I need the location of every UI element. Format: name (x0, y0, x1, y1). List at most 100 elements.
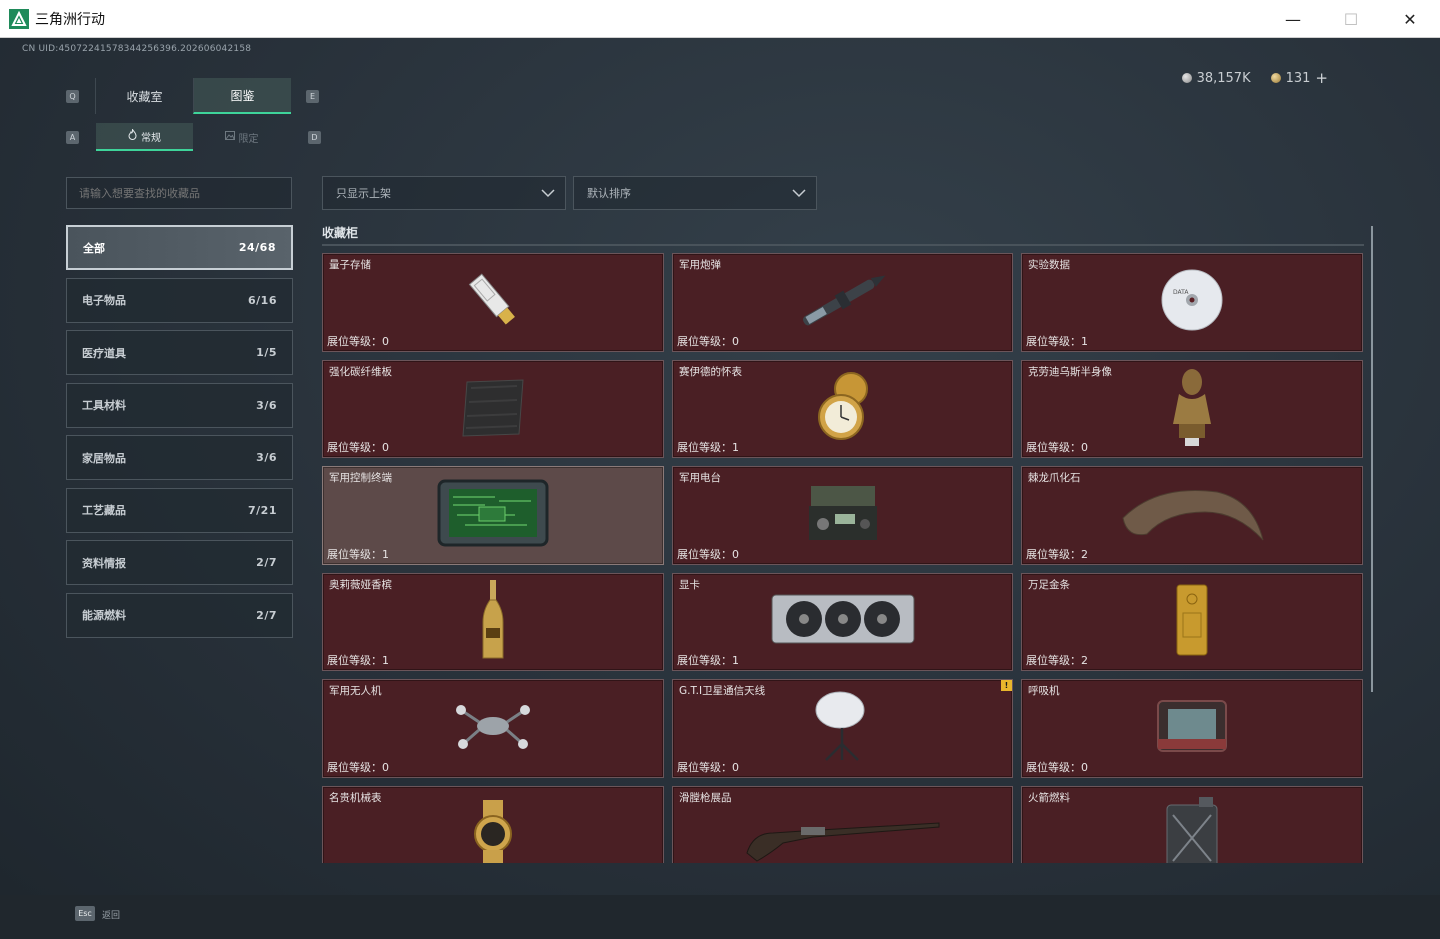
gold-bar-icon (1173, 583, 1211, 661)
wristwatch-icon (463, 799, 523, 863)
category-name: 资料情报 (82, 556, 126, 570)
collection-card[interactable]: 火箭燃料 (1021, 785, 1363, 863)
category-count: 3/6 (256, 398, 277, 412)
category-list: 全部 24/68 电子物品 6/16 医疗道具 1/5 工具材料 3/6 家居物品 3/6… (66, 225, 293, 645)
collection-card[interactable]: 万足金条 展位等级：2 (1021, 572, 1363, 671)
collection-card[interactable]: G.T.I卫星通信天线 展位等级：0! (672, 679, 1013, 778)
level-prefix: 展位等级： (1026, 547, 1081, 561)
collection-card[interactable]: 军用控制终端展位等级：1 (322, 466, 664, 565)
item-display-level: 展位等级：1 (327, 546, 389, 562)
circuit-terminal-icon (435, 475, 551, 555)
game-viewport: CN UID:450722415783442563​96.20260604215… (0, 38, 1440, 939)
item-name: 赛伊德的怀表 (679, 365, 742, 378)
svg-text:DATA: DATA (1173, 289, 1189, 296)
item-display-level: 展位等级：2 (1026, 546, 1088, 562)
collection-card[interactable]: 军用电台展位等级：0 (672, 466, 1013, 565)
level-prefix: 展位等级： (677, 654, 732, 667)
graphics-card-icon (768, 587, 918, 657)
category-name: 全部 (83, 241, 105, 255)
back-label[interactable]: 返回 (102, 908, 120, 921)
collection-card[interactable]: 赛伊德的怀表 展位等级：1 (672, 359, 1013, 458)
tab-codex[interactable]: 图鉴 (193, 78, 291, 114)
subtab-regular[interactable]: 常规 (96, 123, 193, 151)
category-electronics[interactable]: 电子物品 6/16 (66, 277, 293, 323)
collection-card[interactable]: 实验数据 DATA 展位等级：1 (1021, 253, 1363, 352)
app-logo-icon (9, 8, 29, 29)
collection-card[interactable]: 显卡 展位等级：1 (672, 572, 1013, 671)
level-value: 0 (1081, 441, 1088, 454)
category-name: 家居物品 (82, 451, 126, 465)
collection-card[interactable]: 量子存储 展位等级：0 (322, 253, 664, 352)
level-value: 0 (382, 441, 389, 454)
add-currency-button[interactable]: + (1315, 69, 1328, 87)
category-name: 医疗道具 (82, 346, 126, 360)
level-prefix: 展位等级： (677, 760, 732, 774)
currency-silver: 38,157K (1181, 71, 1251, 86)
item-display-level: 展位等级：1 (327, 652, 389, 668)
key-hint-e: E (306, 90, 319, 103)
level-value: 0 (732, 547, 739, 561)
esc-key-hint[interactable]: Esc (75, 906, 95, 921)
category-name: 电子物品 (82, 294, 126, 307)
section-divider (322, 244, 1364, 246)
level-value: 0 (1081, 760, 1088, 774)
subtab-label: 限定 (238, 133, 259, 145)
item-display-level: 展位等级：1 (677, 652, 739, 668)
bottom-bar: Esc 返回 (0, 895, 1440, 939)
item-name: 名贵机械表 (329, 791, 382, 804)
category-count: 7/21 (248, 503, 277, 517)
item-display-level: 展位等级：1 (677, 439, 739, 455)
category-medical[interactable]: 医疗道具 1/5 (66, 330, 293, 375)
category-all[interactable]: 全部 24/68 (66, 225, 293, 270)
collection-card[interactable]: 军用炮弹 展位等级：0 (672, 253, 1013, 352)
key-hint-q: Q (66, 90, 79, 103)
section-title: 收藏柜 (322, 226, 359, 240)
minimize-button[interactable]: — (1264, 0, 1322, 38)
category-tools[interactable]: 工具材料 3/6 (66, 382, 293, 428)
chevron-down-icon (541, 189, 555, 198)
collection-card[interactable]: 棘龙爪化石 展位等级：2 (1021, 466, 1363, 565)
grid-scrollbar[interactable] (1371, 226, 1373, 692)
level-value: 1 (382, 654, 389, 667)
search-input[interactable] (66, 177, 292, 209)
collection-card[interactable]: 奥莉薇娅香槟 展位等级：1 (322, 572, 664, 671)
category-fuel[interactable]: 能源燃料 2/7 (66, 592, 293, 638)
dropdown-value: 只显示上架 (336, 187, 391, 200)
item-name: 万足金条 (1028, 578, 1070, 591)
item-name: 军用电台 (679, 472, 721, 484)
collection-grid-viewport: 量子存储 展位等级：0 军用炮弹 展位等级：0 实验数据 DATA 展位等级：1 强化碳纤维板… (322, 253, 1364, 863)
category-count: 24/68 (238, 241, 276, 254)
category-intel[interactable]: 资料情报 2/7 (66, 540, 293, 585)
level-value: 0 (732, 334, 739, 348)
window-titlebar: 三角洲行动 — ☐ ✕ (0, 0, 1440, 38)
level-prefix: 展位等级： (327, 547, 382, 561)
category-count: 3/6 (256, 451, 277, 464)
sort-dropdown[interactable]: 默认排序 (573, 176, 817, 210)
level-prefix: 展位等级： (327, 334, 382, 348)
collection-card[interactable]: 军用无人机 展位等级：0 (322, 679, 664, 778)
tab-collection-room[interactable]: 收藏室 (95, 78, 193, 114)
collection-card[interactable]: 强化碳纤维板 展位等级：0 (322, 359, 664, 458)
collection-card[interactable]: 呼吸机 展位等级：0 (1021, 679, 1363, 778)
maximize-button[interactable]: ☐ (1322, 0, 1380, 38)
close-button[interactable]: ✕ (1381, 0, 1439, 38)
category-crafts[interactable]: 工艺藏品 7/21 (66, 487, 293, 533)
carbon-plate-icon (457, 374, 529, 444)
item-name: 军用炮弹 (679, 259, 721, 271)
level-prefix: 展位等级： (1026, 441, 1081, 454)
item-display-level: 展位等级：0 (677, 759, 739, 775)
subtab-limited[interactable]: 限定 (193, 123, 290, 151)
level-prefix: 展位等级： (677, 547, 732, 561)
level-value: 0 (732, 760, 739, 774)
collection-card[interactable]: 克劳迪乌斯半身像 展位等级：0 (1021, 359, 1363, 458)
item-display-level: 展位等级：0 (327, 333, 389, 349)
item-name: 军用控制终端 (329, 472, 392, 484)
item-display-level: 展位等级：0 (677, 546, 739, 562)
collection-card[interactable]: 名贵机械表 (322, 785, 664, 863)
collection-card[interactable]: 滑膛枪展品 (672, 785, 1013, 863)
category-household[interactable]: 家居物品 3/6 (66, 435, 293, 480)
shelf-filter-dropdown[interactable]: 只显示上架 (322, 176, 566, 210)
currency-value: 131 (1285, 70, 1311, 86)
item-name: 火箭燃料 (1028, 791, 1070, 804)
gold-coin-icon (1270, 73, 1281, 83)
